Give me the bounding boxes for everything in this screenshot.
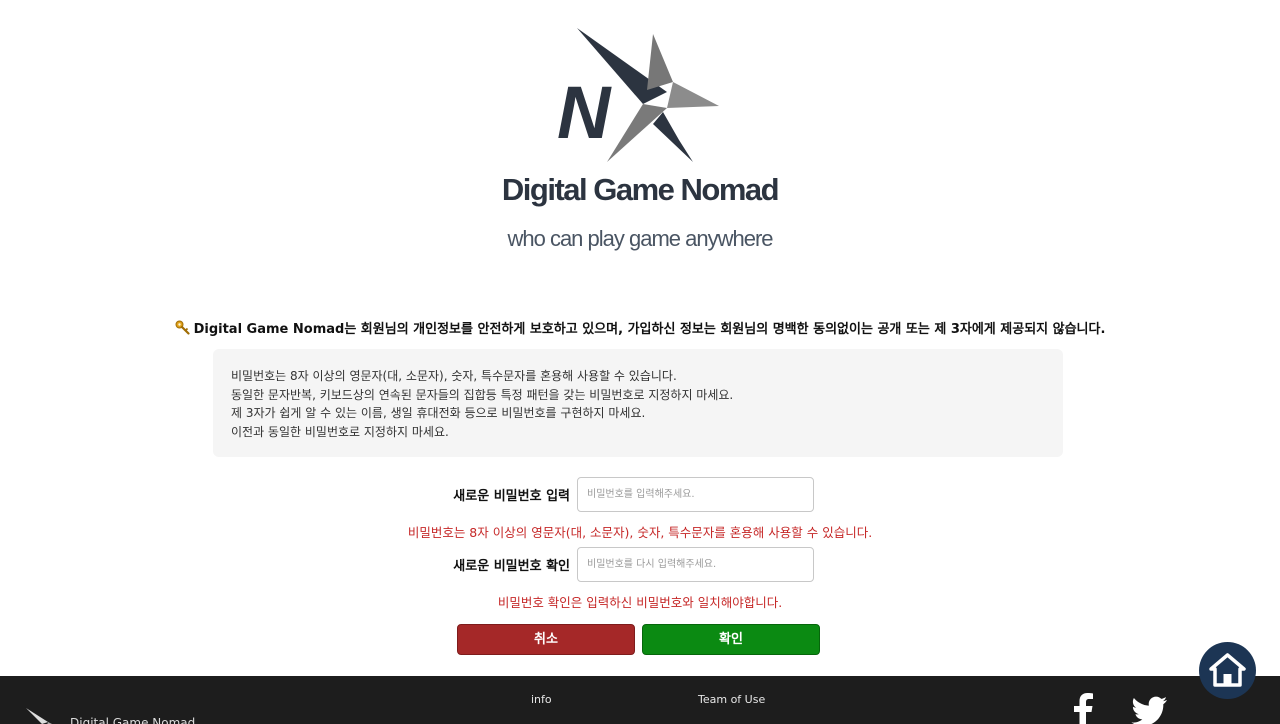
logo-letter: N bbox=[557, 71, 612, 154]
password-reset-page: N Digital Game Nomad who can play game a… bbox=[0, 0, 1280, 724]
twitter-icon[interactable] bbox=[1130, 696, 1168, 724]
footer-link-terms[interactable]: Team of Use bbox=[698, 693, 765, 706]
footer-link-info[interactable]: info bbox=[531, 693, 552, 706]
confirm-button[interactable]: 확인 bbox=[642, 624, 820, 655]
rule-item: 제 3자가 쉽게 알 수 있는 이름, 생일 휴대전화 등으로 비밀번호를 구현… bbox=[231, 406, 646, 420]
confirm-password-label: 새로운 비밀번호 확인 bbox=[453, 559, 570, 574]
facebook-icon[interactable] bbox=[1072, 692, 1094, 724]
brand-logo: N bbox=[0, 20, 1280, 165]
footer-logo-icon bbox=[26, 708, 52, 724]
rule-item: 이전과 동일한 비밀번호로 지정하지 마세요. bbox=[231, 424, 449, 439]
password-rules-box: 비밀번호는 8자 이상의 영문자(대, 소문자), 숫자, 특수문자를 혼용해 … bbox=[213, 349, 1063, 457]
confirm-password-input[interactable] bbox=[577, 547, 814, 582]
footer: Digital Game Nomad info Team of Use bbox=[0, 676, 1280, 724]
cancel-button[interactable]: 취소 bbox=[457, 624, 635, 655]
privacy-notice: Digital Game Nomad는 회원님의 개인정보를 안전하게 보호하고… bbox=[0, 318, 1280, 339]
home-button[interactable] bbox=[1199, 642, 1256, 699]
brand-title: Digital Game Nomad bbox=[501, 172, 780, 207]
footer-brand: Digital Game Nomad bbox=[70, 716, 196, 724]
key-icon bbox=[175, 320, 190, 339]
home-icon bbox=[1209, 653, 1246, 687]
new-password-error: 비밀번호는 8자 이상의 영문자(대, 소문자), 숫자, 특수문자를 혼용해 … bbox=[407, 525, 873, 540]
confirm-password-error: 비밀번호 확인은 입력하신 비밀번호와 일치해야합니다. bbox=[497, 595, 783, 610]
logo-star-icon: N bbox=[557, 28, 719, 162]
rule-item: 비밀번호는 8자 이상의 영문자(대, 소문자), 숫자, 특수문자를 혼용해 … bbox=[231, 369, 677, 383]
privacy-notice-text: Digital Game Nomad는 회원님의 개인정보를 안전하게 보호하고… bbox=[193, 322, 1106, 337]
new-password-label: 새로운 비밀번호 입력 bbox=[453, 489, 570, 504]
brand-tagline: who can play game anywhere bbox=[507, 226, 773, 251]
new-password-input[interactable] bbox=[577, 477, 814, 512]
rule-item: 동일한 문자반복, 키보드상의 연속된 문자들의 집합등 특정 패턴을 갖는 비… bbox=[231, 387, 734, 402]
